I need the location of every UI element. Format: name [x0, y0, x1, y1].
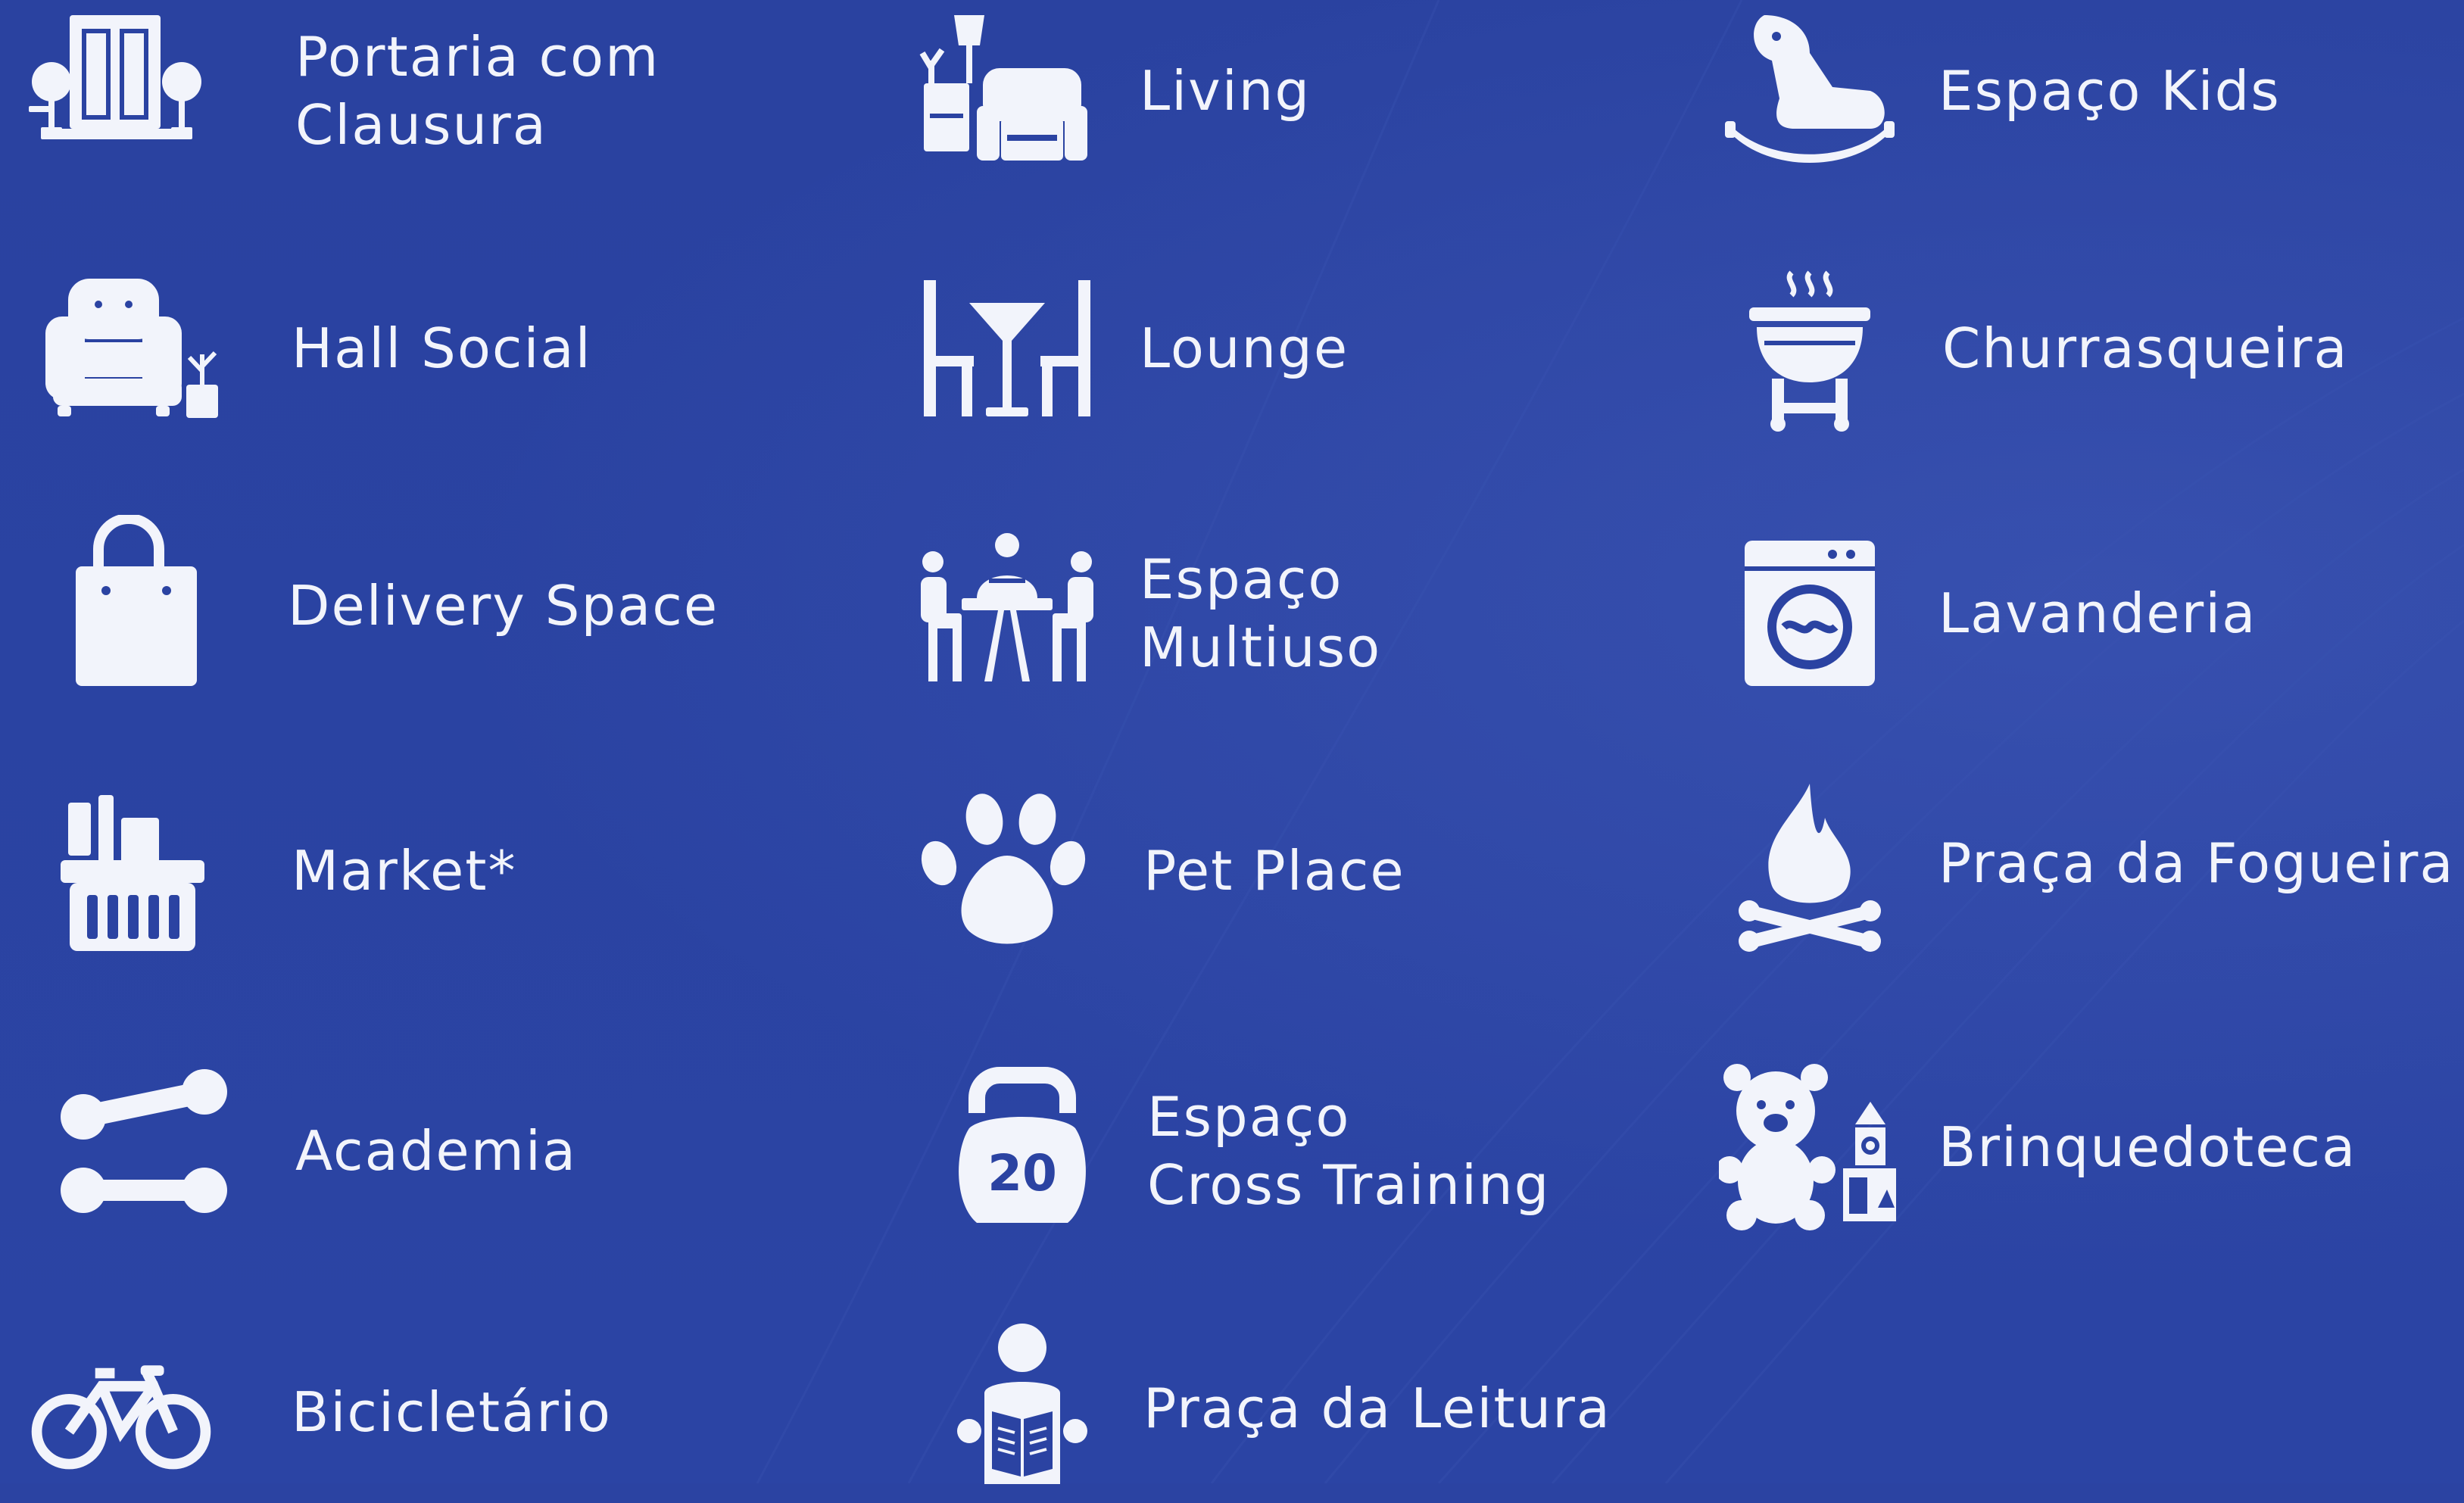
- paw-icon: [916, 780, 1098, 962]
- amenity-label: Delivery Space: [288, 574, 719, 638]
- amenity-churrasqueira: Churrasqueira: [1719, 257, 2461, 439]
- lounge-table-icon: [916, 257, 1098, 439]
- living-room-icon: [916, 0, 1098, 182]
- amenity-lavanderia: Lavanderia: [1719, 522, 2461, 704]
- amenity-label: Lounge: [1140, 317, 1349, 380]
- reading-person-icon: [931, 1317, 1113, 1499]
- bicycle-icon: [30, 1321, 212, 1503]
- amenity-delivery: Delivery Space: [23, 515, 717, 697]
- amenity-fogueira: Praça da Fogueira: [1719, 772, 2461, 954]
- amenity-multiuso: Espaço Multiuso: [916, 522, 1598, 704]
- amenity-label: Praça da Fogueira: [1938, 831, 2455, 895]
- amenity-label: Espaço Kids: [1938, 59, 2281, 123]
- amenity-leitura: Praça da Leitura: [916, 1317, 1610, 1499]
- amenity-kids: Espaço Kids: [1719, 0, 2461, 182]
- shopping-bag-icon: [45, 515, 227, 697]
- amenity-label: Living: [1140, 59, 1312, 123]
- teddy-bear-icon: [1719, 1056, 1901, 1238]
- amenity-label: Portaria com Clausura: [295, 25, 660, 157]
- background: [0, 0, 2464, 1483]
- meeting-people-icon: [916, 522, 1098, 704]
- amenity-brinquedoteca: Brinquedoteca: [1719, 1056, 2461, 1238]
- gatehouse-icon: [23, 0, 204, 174]
- kettlebell-icon: 20: [931, 1060, 1113, 1242]
- rocking-horse-icon: [1719, 0, 1901, 182]
- background-curves: [756, 0, 2464, 1483]
- amenity-label: Churrasqueira: [1942, 317, 2349, 380]
- amenity-bicicletario: Bicicletário: [23, 1321, 704, 1503]
- amenity-academia: Academia: [23, 1060, 704, 1242]
- amenity-label: Bicicletário: [292, 1380, 612, 1444]
- amenity-label: Academia: [295, 1119, 577, 1183]
- barbecue-grill-icon: [1719, 257, 1901, 439]
- amenity-label: Pet Place: [1143, 839, 1405, 903]
- kettlebell-weight: 20: [987, 1144, 1057, 1202]
- amenity-label: Market*: [292, 839, 517, 903]
- amenity-portaria: Portaria com Clausura: [23, 0, 704, 182]
- campfire-icon: [1719, 772, 1901, 954]
- amenity-hall: Hall Social: [23, 257, 704, 439]
- washing-machine-icon: [1719, 522, 1901, 704]
- amenity-label: Lavanderia: [1938, 582, 2257, 645]
- amenity-lounge: Lounge: [916, 257, 1598, 439]
- amenity-label: Brinquedoteca: [1938, 1115, 2357, 1179]
- amenity-label: Hall Social: [292, 317, 592, 380]
- market-basket-icon: [53, 780, 235, 962]
- amenity-market: Market*: [23, 780, 704, 962]
- dumbbell-icon: [53, 1060, 235, 1242]
- amenity-living: Living: [916, 0, 1598, 182]
- amenity-label: Praça da Leitura: [1143, 1377, 1611, 1440]
- armchair-plant-icon: [38, 257, 220, 439]
- amenity-cross: 20 Espaço Cross Training: [916, 1060, 1598, 1242]
- amenity-label: Espaço Multiuso: [1140, 547, 1382, 679]
- amenity-pet: Pet Place: [916, 780, 1598, 962]
- amenity-label: Espaço Cross Training: [1147, 1085, 1551, 1217]
